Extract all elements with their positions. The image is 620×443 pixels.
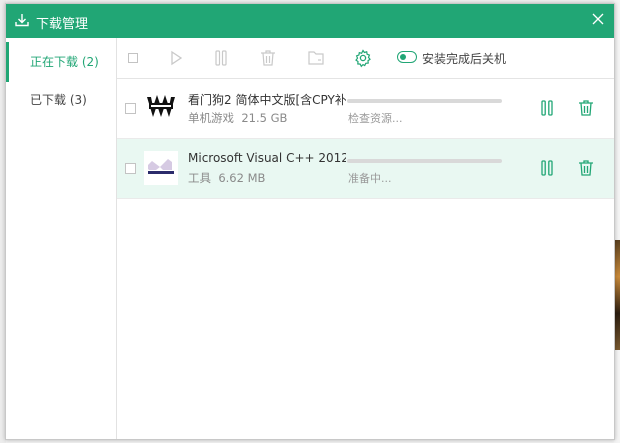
progress-bar bbox=[347, 99, 502, 103]
download-row[interactable]: 看门狗2 简体中文版[含CPY补… 单机游戏 21.5 GB 检查资源... bbox=[117, 79, 614, 139]
folder-icon[interactable] bbox=[306, 48, 326, 68]
trash-icon[interactable] bbox=[577, 99, 595, 117]
download-size: 6.62 MB bbox=[218, 171, 266, 185]
select-all-checkbox[interactable] bbox=[123, 48, 143, 68]
watch-dogs-thumbnail bbox=[144, 91, 178, 125]
download-category: 单机游戏 bbox=[188, 111, 234, 125]
pause-icon[interactable] bbox=[211, 48, 231, 68]
gear-icon[interactable] bbox=[353, 48, 373, 68]
sidebar-item-downloading[interactable]: 正在下载 (2) bbox=[6, 42, 116, 82]
sidebar-item-downloaded[interactable]: 已下载 (3) bbox=[6, 80, 116, 120]
play-icon[interactable] bbox=[166, 48, 186, 68]
sidebar-item-label: 正在下载 (2) bbox=[30, 55, 99, 69]
pause-icon[interactable] bbox=[538, 159, 556, 177]
download-meta: 工具 6.62 MB bbox=[188, 170, 265, 186]
download-size: 21.5 GB bbox=[241, 111, 288, 125]
download-icon bbox=[15, 14, 29, 27]
close-icon[interactable] bbox=[590, 11, 606, 27]
sidebar-item-label: 已下载 (3) bbox=[30, 93, 87, 107]
sidebar: 正在下载 (2) 已下载 (3) bbox=[6, 38, 117, 439]
trash-icon[interactable] bbox=[258, 48, 278, 68]
trash-icon[interactable] bbox=[577, 159, 595, 177]
download-category: 工具 bbox=[188, 171, 211, 185]
row-checkbox[interactable] bbox=[125, 163, 136, 174]
visual-studio-thumbnail bbox=[144, 151, 178, 185]
title-bar: 下载管理 bbox=[6, 4, 614, 38]
window-title: 下载管理 bbox=[36, 17, 89, 32]
row-checkbox[interactable] bbox=[125, 103, 136, 114]
download-status: 准备中... bbox=[348, 172, 392, 185]
download-meta: 单机游戏 21.5 GB bbox=[188, 110, 287, 126]
progress-bar bbox=[347, 159, 502, 163]
shutdown-toggle-label: 安装完成后关机 bbox=[422, 52, 507, 66]
toolbar: 安装完成后关机 bbox=[117, 38, 614, 79]
toggle-icon bbox=[397, 51, 417, 63]
download-list: 看门狗2 简体中文版[含CPY补… 单机游戏 21.5 GB 检查资源... M… bbox=[117, 79, 614, 199]
download-name: 看门狗2 简体中文版[含CPY补… bbox=[188, 93, 346, 107]
download-name: Microsoft Visual C++ 2012… bbox=[188, 151, 346, 165]
download-row[interactable]: Microsoft Visual C++ 2012… 工具 6.62 MB 准备… bbox=[117, 139, 614, 199]
pause-icon[interactable] bbox=[538, 99, 556, 117]
download-manager-dialog: 下载管理 正在下载 (2) 已下载 (3) 安装完成后关机 看门狗2 简体中文版… bbox=[5, 3, 615, 440]
download-status: 检查资源... bbox=[348, 112, 403, 125]
